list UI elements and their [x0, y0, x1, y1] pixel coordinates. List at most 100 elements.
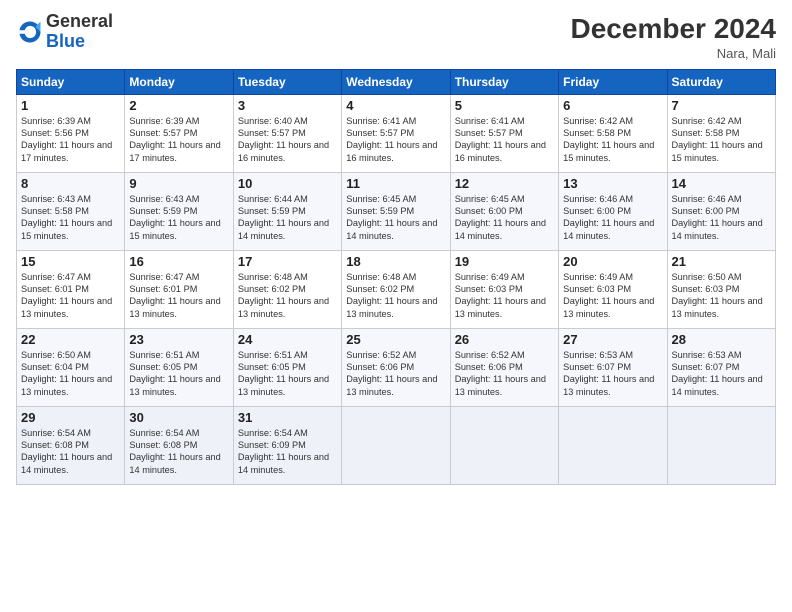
- calendar-page: General Blue December 2024 Nara, Mali Su…: [0, 0, 792, 612]
- cell-text: Sunrise: 6:48 AM Sunset: 6:02 PM Dayligh…: [238, 271, 337, 321]
- day-number: 22: [21, 332, 120, 347]
- day-number: 10: [238, 176, 337, 191]
- calendar-cell: 23 Sunrise: 6:51 AM Sunset: 6:05 PM Dayl…: [125, 328, 233, 406]
- calendar-day-header: Monday: [125, 69, 233, 94]
- cell-text: Sunrise: 6:51 AM Sunset: 6:05 PM Dayligh…: [129, 349, 228, 399]
- logo-text: General Blue: [46, 12, 113, 52]
- cell-text: Sunrise: 6:46 AM Sunset: 6:00 PM Dayligh…: [563, 193, 662, 243]
- calendar-cell: 8 Sunrise: 6:43 AM Sunset: 5:58 PM Dayli…: [17, 172, 125, 250]
- cell-text: Sunrise: 6:41 AM Sunset: 5:57 PM Dayligh…: [346, 115, 445, 165]
- calendar-cell: 30 Sunrise: 6:54 AM Sunset: 6:08 PM Dayl…: [125, 406, 233, 484]
- logo-general: General: [46, 11, 113, 31]
- day-number: 26: [455, 332, 554, 347]
- calendar-day-header: Tuesday: [233, 69, 341, 94]
- cell-text: Sunrise: 6:52 AM Sunset: 6:06 PM Dayligh…: [455, 349, 554, 399]
- day-number: 3: [238, 98, 337, 113]
- day-number: 16: [129, 254, 228, 269]
- cell-text: Sunrise: 6:53 AM Sunset: 6:07 PM Dayligh…: [672, 349, 771, 399]
- cell-text: Sunrise: 6:45 AM Sunset: 5:59 PM Dayligh…: [346, 193, 445, 243]
- calendar-header-row: SundayMondayTuesdayWednesdayThursdayFrid…: [17, 69, 776, 94]
- day-number: 17: [238, 254, 337, 269]
- day-number: 28: [672, 332, 771, 347]
- calendar-cell: 2 Sunrise: 6:39 AM Sunset: 5:57 PM Dayli…: [125, 94, 233, 172]
- day-number: 4: [346, 98, 445, 113]
- cell-text: Sunrise: 6:49 AM Sunset: 6:03 PM Dayligh…: [455, 271, 554, 321]
- calendar-cell: 7 Sunrise: 6:42 AM Sunset: 5:58 PM Dayli…: [667, 94, 775, 172]
- calendar-cell: 12 Sunrise: 6:45 AM Sunset: 6:00 PM Dayl…: [450, 172, 558, 250]
- location: Nara, Mali: [571, 46, 776, 61]
- calendar-cell: [450, 406, 558, 484]
- cell-text: Sunrise: 6:43 AM Sunset: 5:59 PM Dayligh…: [129, 193, 228, 243]
- calendar-cell: [342, 406, 450, 484]
- calendar-cell: 10 Sunrise: 6:44 AM Sunset: 5:59 PM Dayl…: [233, 172, 341, 250]
- calendar-cell: 9 Sunrise: 6:43 AM Sunset: 5:59 PM Dayli…: [125, 172, 233, 250]
- calendar-cell: 6 Sunrise: 6:42 AM Sunset: 5:58 PM Dayli…: [559, 94, 667, 172]
- cell-text: Sunrise: 6:39 AM Sunset: 5:56 PM Dayligh…: [21, 115, 120, 165]
- calendar-day-header: Saturday: [667, 69, 775, 94]
- calendar-cell: 15 Sunrise: 6:47 AM Sunset: 6:01 PM Dayl…: [17, 250, 125, 328]
- calendar-week-row: 1 Sunrise: 6:39 AM Sunset: 5:56 PM Dayli…: [17, 94, 776, 172]
- calendar-cell: 24 Sunrise: 6:51 AM Sunset: 6:05 PM Dayl…: [233, 328, 341, 406]
- cell-text: Sunrise: 6:42 AM Sunset: 5:58 PM Dayligh…: [563, 115, 662, 165]
- cell-text: Sunrise: 6:52 AM Sunset: 6:06 PM Dayligh…: [346, 349, 445, 399]
- calendar-cell: 22 Sunrise: 6:50 AM Sunset: 6:04 PM Dayl…: [17, 328, 125, 406]
- day-number: 8: [21, 176, 120, 191]
- calendar-cell: 18 Sunrise: 6:48 AM Sunset: 6:02 PM Dayl…: [342, 250, 450, 328]
- calendar-week-row: 29 Sunrise: 6:54 AM Sunset: 6:08 PM Dayl…: [17, 406, 776, 484]
- calendar-day-header: Wednesday: [342, 69, 450, 94]
- day-number: 11: [346, 176, 445, 191]
- calendar-cell: 19 Sunrise: 6:49 AM Sunset: 6:03 PM Dayl…: [450, 250, 558, 328]
- day-number: 2: [129, 98, 228, 113]
- day-number: 27: [563, 332, 662, 347]
- day-number: 9: [129, 176, 228, 191]
- logo: General Blue: [16, 12, 113, 52]
- day-number: 30: [129, 410, 228, 425]
- cell-text: Sunrise: 6:51 AM Sunset: 6:05 PM Dayligh…: [238, 349, 337, 399]
- cell-text: Sunrise: 6:54 AM Sunset: 6:08 PM Dayligh…: [21, 427, 120, 477]
- cell-text: Sunrise: 6:50 AM Sunset: 6:03 PM Dayligh…: [672, 271, 771, 321]
- day-number: 18: [346, 254, 445, 269]
- day-number: 14: [672, 176, 771, 191]
- calendar-cell: 31 Sunrise: 6:54 AM Sunset: 6:09 PM Dayl…: [233, 406, 341, 484]
- calendar-day-header: Friday: [559, 69, 667, 94]
- cell-text: Sunrise: 6:54 AM Sunset: 6:08 PM Dayligh…: [129, 427, 228, 477]
- cell-text: Sunrise: 6:48 AM Sunset: 6:02 PM Dayligh…: [346, 271, 445, 321]
- day-number: 6: [563, 98, 662, 113]
- day-number: 25: [346, 332, 445, 347]
- calendar-cell: 21 Sunrise: 6:50 AM Sunset: 6:03 PM Dayl…: [667, 250, 775, 328]
- cell-text: Sunrise: 6:54 AM Sunset: 6:09 PM Dayligh…: [238, 427, 337, 477]
- calendar-day-header: Sunday: [17, 69, 125, 94]
- logo-blue: Blue: [46, 31, 85, 51]
- calendar-cell: 1 Sunrise: 6:39 AM Sunset: 5:56 PM Dayli…: [17, 94, 125, 172]
- calendar-cell: 25 Sunrise: 6:52 AM Sunset: 6:06 PM Dayl…: [342, 328, 450, 406]
- day-number: 23: [129, 332, 228, 347]
- cell-text: Sunrise: 6:41 AM Sunset: 5:57 PM Dayligh…: [455, 115, 554, 165]
- calendar-cell: 5 Sunrise: 6:41 AM Sunset: 5:57 PM Dayli…: [450, 94, 558, 172]
- day-number: 7: [672, 98, 771, 113]
- cell-text: Sunrise: 6:46 AM Sunset: 6:00 PM Dayligh…: [672, 193, 771, 243]
- cell-text: Sunrise: 6:39 AM Sunset: 5:57 PM Dayligh…: [129, 115, 228, 165]
- calendar-cell: 20 Sunrise: 6:49 AM Sunset: 6:03 PM Dayl…: [559, 250, 667, 328]
- day-number: 20: [563, 254, 662, 269]
- calendar-cell: 3 Sunrise: 6:40 AM Sunset: 5:57 PM Dayli…: [233, 94, 341, 172]
- calendar-cell: 11 Sunrise: 6:45 AM Sunset: 5:59 PM Dayl…: [342, 172, 450, 250]
- day-number: 19: [455, 254, 554, 269]
- calendar-cell: 26 Sunrise: 6:52 AM Sunset: 6:06 PM Dayl…: [450, 328, 558, 406]
- calendar-cell: 28 Sunrise: 6:53 AM Sunset: 6:07 PM Dayl…: [667, 328, 775, 406]
- day-number: 29: [21, 410, 120, 425]
- day-number: 21: [672, 254, 771, 269]
- cell-text: Sunrise: 6:53 AM Sunset: 6:07 PM Dayligh…: [563, 349, 662, 399]
- calendar-cell: [559, 406, 667, 484]
- logo-icon: [16, 18, 44, 46]
- calendar-cell: 13 Sunrise: 6:46 AM Sunset: 6:00 PM Dayl…: [559, 172, 667, 250]
- day-number: 15: [21, 254, 120, 269]
- calendar-cell: 29 Sunrise: 6:54 AM Sunset: 6:08 PM Dayl…: [17, 406, 125, 484]
- calendar-cell: [667, 406, 775, 484]
- calendar-cell: 14 Sunrise: 6:46 AM Sunset: 6:00 PM Dayl…: [667, 172, 775, 250]
- calendar-cell: 17 Sunrise: 6:48 AM Sunset: 6:02 PM Dayl…: [233, 250, 341, 328]
- calendar-week-row: 22 Sunrise: 6:50 AM Sunset: 6:04 PM Dayl…: [17, 328, 776, 406]
- day-number: 31: [238, 410, 337, 425]
- calendar-day-header: Thursday: [450, 69, 558, 94]
- cell-text: Sunrise: 6:47 AM Sunset: 6:01 PM Dayligh…: [21, 271, 120, 321]
- header: General Blue December 2024 Nara, Mali: [16, 12, 776, 61]
